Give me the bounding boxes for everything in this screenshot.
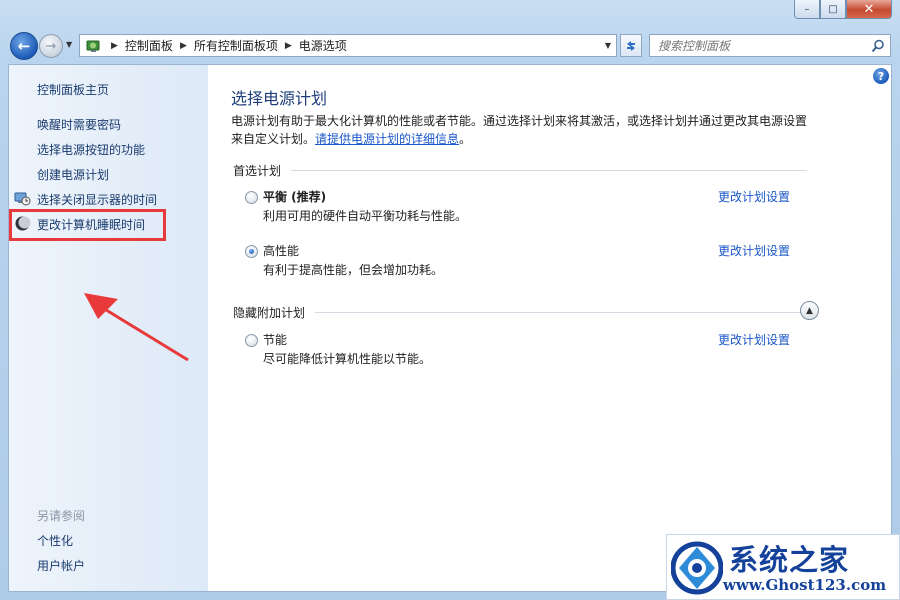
breadcrumb-control-panel[interactable]: 控制面板 — [125, 37, 173, 54]
plan-balanced-settings-link[interactable]: 更改计划设置 — [718, 188, 790, 205]
search-box — [649, 34, 891, 57]
help-icon[interactable]: ? — [873, 68, 889, 84]
see-also-heading: 另请参阅 — [37, 509, 86, 523]
plan-high-performance-name[interactable]: 高性能 — [263, 242, 299, 259]
maximize-button[interactable]: □ — [820, 0, 846, 19]
plan-balanced-name[interactable]: 平衡 (推荐) — [263, 188, 326, 205]
breadcrumb-power-options[interactable]: 电源选项 — [299, 37, 347, 54]
plan-power-saver-settings-link[interactable]: 更改计划设置 — [718, 331, 790, 348]
monitor-clock-icon — [14, 192, 31, 206]
watermark-title: 系统之家 — [729, 543, 850, 577]
control-panel-window: – □ ✕ ← → ▼ ▶ 控制面板 ▶ 所有控制面板项 ▶ 电源选项 ▼ 搜索… — [0, 0, 900, 600]
annotation-arrow-icon — [84, 293, 189, 362]
recent-pages-dropdown[interactable]: ▼ — [66, 40, 76, 50]
sidebar-item-wakeup-password[interactable]: 唤醒时需要密码 — [37, 116, 121, 133]
plan-balanced-desc: 利用可用的硬件自动平衡功耗与性能。 — [263, 209, 468, 223]
page-description: 电源计划有助于最大化计算机的性能或者节能。通过选择计划来将其激活，或选择计划并通… — [231, 112, 816, 148]
description-period: 。 — [459, 132, 472, 146]
preferred-plans-heading: 首选计划 — [233, 162, 807, 179]
breadcrumb-all-items[interactable]: 所有控制面板项 — [194, 37, 278, 54]
sidebar-item-display-off-time[interactable]: 选择关闭显示器的时间 — [37, 191, 157, 208]
arrow-right-icon: → — [45, 38, 57, 54]
watermark-url: www.Ghost123.com — [723, 576, 887, 594]
back-button[interactable]: ← — [10, 32, 38, 60]
page-title: 选择电源计划 — [231, 89, 328, 108]
sidebar-home-link[interactable]: 控制面板主页 — [37, 81, 109, 98]
search-input[interactable] — [658, 38, 868, 53]
caption-buttons: – □ ✕ — [794, 0, 892, 19]
site-watermark: 系统之家 www.Ghost123.com — [666, 534, 900, 600]
plan-details-link[interactable]: 请提供电源计划的详细信息 — [315, 132, 459, 146]
chevron-down-icon: ▼ — [604, 41, 612, 50]
refresh-button[interactable] — [620, 34, 642, 57]
chevron-down-icon: ▼ — [66, 40, 73, 49]
chevron-up-icon: ▲ — [806, 305, 813, 316]
control-panel-icon — [84, 37, 104, 55]
preferred-plans-label: 首选计划 — [233, 164, 282, 178]
annotation-highlight-box — [9, 209, 166, 241]
xitong-logo-icon — [671, 541, 723, 595]
plan-power-saver-desc: 尽可能降低计算机性能以节能。 — [263, 352, 432, 366]
breadcrumb-separator-icon[interactable]: ▶ — [285, 41, 292, 51]
content-area: 控制面板主页 唤醒时需要密码 选择电源按钮的功能 创建电源计划 选择关闭显示器的… — [8, 64, 892, 592]
main-pane: ? 选择电源计划 电源计划有助于最大化计算机的性能或者节能。通过选择计划来将其激… — [231, 65, 891, 591]
sidebar-item-personalization[interactable]: 个性化 — [37, 532, 73, 549]
plan-power-saver-radio[interactable] — [245, 334, 258, 347]
close-button[interactable]: ✕ — [846, 0, 892, 19]
address-bar[interactable]: ▶ 控制面板 ▶ 所有控制面板项 ▶ 电源选项 ▼ — [79, 34, 617, 57]
plan-high-performance-settings-link[interactable]: 更改计划设置 — [718, 242, 790, 259]
hidden-plans-label: 隐藏附加计划 — [233, 306, 306, 320]
search-icon[interactable] — [871, 39, 885, 53]
plan-power-saver-name[interactable]: 节能 — [263, 331, 287, 348]
breadcrumb-separator-icon[interactable]: ▶ — [180, 41, 187, 51]
sidebar-item-power-button[interactable]: 选择电源按钮的功能 — [37, 141, 145, 158]
forward-button[interactable]: → — [39, 34, 63, 58]
arrow-left-icon: ← — [17, 37, 31, 55]
navigation-bar: ← → ▼ ▶ 控制面板 ▶ 所有控制面板项 ▶ 电源选项 ▼ — [8, 30, 892, 62]
divider — [315, 312, 807, 313]
sidebar-item-user-accounts[interactable]: 用户帐户 — [37, 557, 85, 574]
divider — [291, 170, 807, 171]
refresh-icon — [627, 40, 635, 51]
minimize-button[interactable]: – — [794, 0, 820, 19]
breadcrumb-separator-icon[interactable]: ▶ — [111, 41, 118, 51]
plan-balanced-radio[interactable] — [245, 191, 258, 204]
sidebar-item-create-plan[interactable]: 创建电源计划 — [37, 166, 109, 183]
hidden-plans-heading: 隐藏附加计划 — [233, 304, 807, 321]
collapse-hidden-plans-button[interactable]: ▲ — [800, 301, 819, 320]
plan-high-performance-radio[interactable] — [245, 245, 258, 258]
plan-high-performance-desc: 有利于提高性能，但会增加功耗。 — [263, 263, 444, 277]
address-history-dropdown[interactable]: ▼ — [600, 41, 616, 50]
